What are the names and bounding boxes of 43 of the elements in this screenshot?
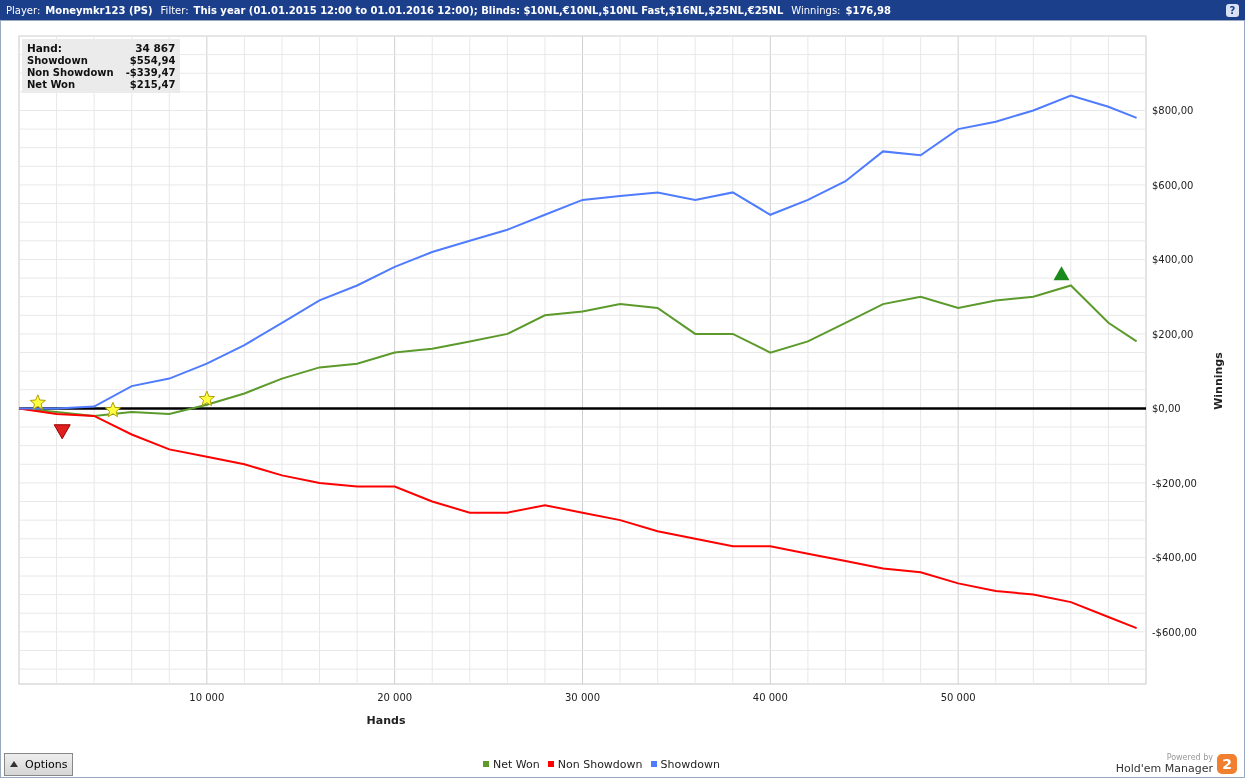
y-tick-label: $800,00 [1152, 105, 1194, 117]
options-button[interactable]: Options [4, 752, 74, 776]
y-tick-label: $400,00 [1152, 254, 1194, 266]
legend-label: Non Showdown [557, 757, 643, 771]
legend-label: Net Won [493, 757, 540, 771]
y-tick-label: $600,00 [1152, 179, 1194, 191]
x-tick-label: 30 000 [565, 692, 600, 703]
y-tick-label: -$200,00 [1152, 477, 1197, 489]
x-tick-label: 10 000 [189, 692, 225, 703]
star-icon [29, 394, 46, 410]
help-button[interactable]: ? [1226, 3, 1239, 17]
x-tick-label: 50 000 [940, 692, 976, 703]
filter-label: Winnings: [791, 4, 841, 16]
stat-label: Non Showdown [27, 67, 114, 78]
star-icon [198, 390, 215, 407]
stat-label: Net Won [27, 79, 77, 90]
x-axis-title: Hands [366, 714, 406, 727]
stat-value: $215,47 [128, 79, 176, 90]
logo-badge: 2 [1217, 754, 1237, 774]
caret-up-icon [10, 761, 18, 767]
stat-value: -$339,47 [125, 67, 176, 78]
triangle-up-icon [1053, 266, 1070, 281]
x-tick-label: 20 000 [377, 692, 413, 703]
stat-label: Hand: [27, 42, 64, 54]
brand-name: Hold'em Manager [1115, 762, 1213, 775]
star-icon [104, 401, 121, 418]
legend-label: Showdown [660, 757, 720, 771]
y-tick-label: -$400,00 [1152, 552, 1197, 564]
filter-label: Filter: [160, 4, 189, 16]
stat-label: Showdown [27, 55, 89, 66]
x-tick-label: 40 000 [752, 692, 788, 703]
filter-label: Player: [6, 4, 41, 16]
triangle-down-icon [53, 424, 71, 440]
stat-value: $554,94 [128, 55, 176, 66]
y-axis-title: Winnings [1212, 352, 1225, 410]
filter-value: This year (01.01.2015 12:00 to 01.01.2016 12:00); Blinds: $10NL,€10NL,$10NL Fast,$16NL,$25NL,€25NL [193, 4, 784, 16]
brand-tagline: Powered by [1166, 753, 1213, 762]
filter-value: $176,98 [845, 4, 891, 16]
y-tick-label: $200,00 [1152, 328, 1194, 340]
stat-value: 34 867 [134, 42, 176, 54]
y-tick-label: $0,00 [1152, 403, 1181, 415]
filter-value: Moneymkr123 (PS) [45, 4, 153, 16]
y-tick-label: -$600,00 [1152, 626, 1197, 638]
